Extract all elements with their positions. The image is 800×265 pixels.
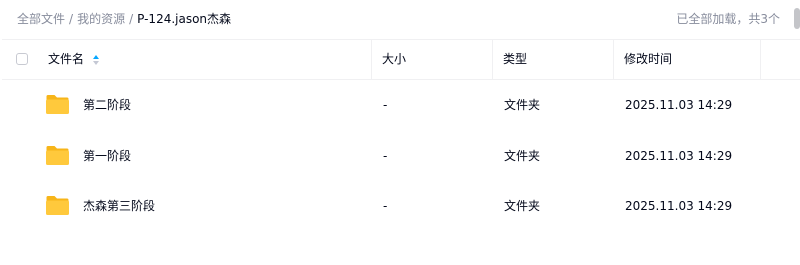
column-header-modified-label: 修改时间 (624, 52, 673, 66)
file-type: 文件夹 (504, 199, 541, 213)
load-status-text: 已全部加载，共3个 (676, 12, 780, 26)
file-name[interactable]: 杰森第三阶段 (83, 181, 155, 231)
column-divider (760, 40, 761, 79)
table-row[interactable]: 杰森第三阶段 - 文件夹 2025.11.03 14:29 (2, 181, 800, 231)
breadcrumb-current-folder: P-124.jason杰森 (137, 12, 232, 26)
folder-icon (46, 146, 69, 165)
breadcrumb-separator: / (69, 12, 74, 26)
file-type: 文件夹 (504, 149, 541, 163)
file-name[interactable]: 第二阶段 (83, 80, 131, 130)
column-header-type[interactable]: 类型 (493, 40, 614, 79)
column-header-modified[interactable]: 修改时间 (614, 40, 761, 79)
table-row[interactable]: 第二阶段 - 文件夹 2025.11.03 14:29 (2, 80, 800, 130)
breadcrumb-my-resources[interactable]: 我的资源 (77, 12, 125, 26)
column-header-name[interactable]: 文件名 (38, 40, 372, 79)
breadcrumb: 全部文件 / 我的资源 / P-124.jason杰森 (17, 11, 231, 27)
file-name[interactable]: 第一阶段 (83, 131, 131, 181)
table-row[interactable]: 第一阶段 - 文件夹 2025.11.03 14:29 (2, 131, 800, 181)
folder-icon (46, 95, 69, 114)
column-header-size[interactable]: 大小 (372, 40, 493, 79)
file-modified-time: 2025.11.03 14:29 (625, 98, 733, 112)
file-modified-time: 2025.11.03 14:29 (625, 149, 733, 163)
breadcrumb-all-files[interactable]: 全部文件 (17, 12, 65, 26)
table-header: 文件名 大小 类型 修改时间 (2, 39, 800, 80)
sort-icon[interactable] (93, 54, 100, 65)
file-modified-time: 2025.11.03 14:29 (625, 199, 733, 213)
folder-icon (46, 196, 69, 215)
file-browser-page: 全部文件 / 我的资源 / P-124.jason杰森 已全部加载，共3个 文件名 大小… (0, 0, 800, 265)
column-header-name-label: 文件名 (48, 52, 85, 66)
file-size: - (383, 98, 388, 112)
select-all-checkbox[interactable] (16, 53, 28, 65)
file-size: - (383, 149, 388, 163)
breadcrumb-separator: / (129, 12, 134, 26)
scrollbar-thumb[interactable] (794, 8, 800, 29)
column-header-type-label: 类型 (503, 52, 528, 66)
column-header-size-label: 大小 (382, 52, 407, 66)
file-size: - (383, 199, 388, 213)
top-bar: 全部文件 / 我的资源 / P-124.jason杰森 已全部加载，共3个 (0, 0, 800, 38)
file-type: 文件夹 (504, 98, 541, 112)
